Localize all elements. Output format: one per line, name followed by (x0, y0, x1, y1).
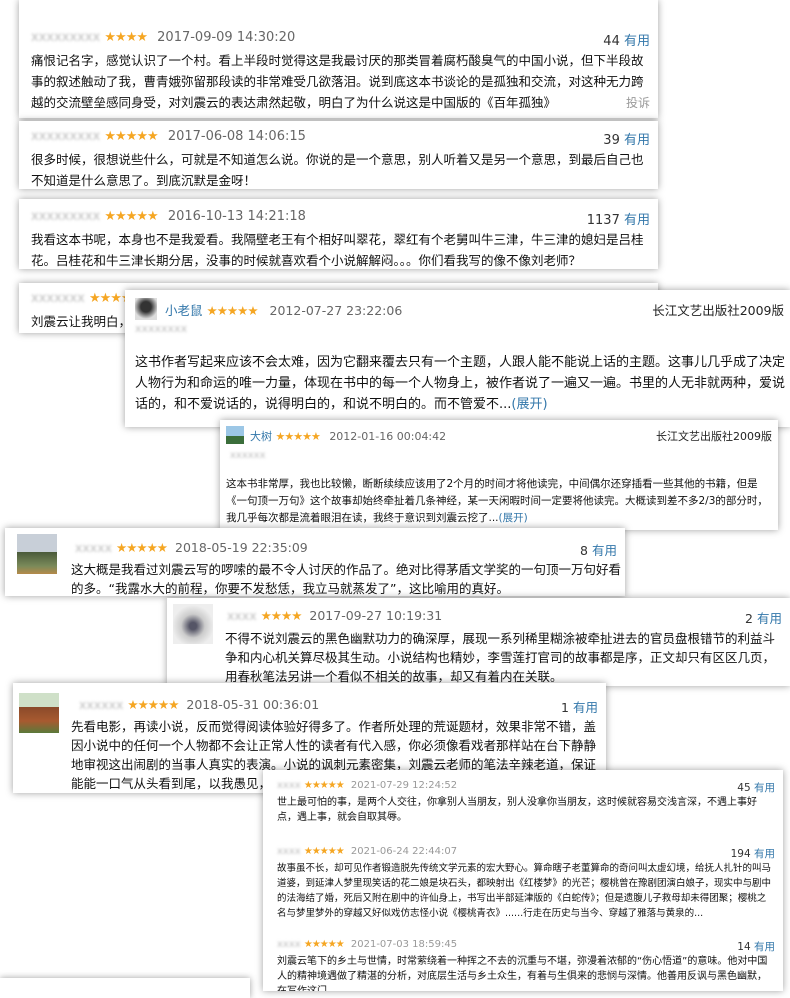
avatar (226, 426, 244, 444)
review-text: 刘震云笔下的乡土与世情，时常萦绕着一种挥之不去的沉重与不堪，弥漫着浓郁的“伤心悟… (277, 956, 768, 991)
useful-button[interactable]: 有用 (624, 213, 650, 228)
edition-label: 长江文艺出版社2009版 (656, 430, 772, 443)
report-button[interactable]: 投诉 (626, 94, 650, 111)
username-blurred: xxxxxx (79, 697, 124, 712)
rating-stars: ★★★★★ (303, 939, 345, 950)
username-blurred: xxxxxxxxx (31, 209, 101, 224)
useful-button[interactable]: 有用 (592, 543, 617, 558)
useful-button[interactable]: 有用 (754, 848, 775, 860)
review-card-10: xxxx ★★★★★ 2021-07-29 12:24:52 45 有用 世上最… (263, 770, 783, 991)
rating-stars: ★★★★★ (104, 129, 158, 144)
rating-stars: ★★★★ (104, 30, 148, 45)
vote-count: 194 (730, 848, 751, 860)
vote-count: 8 (580, 543, 588, 558)
useful-button[interactable]: 有用 (754, 782, 775, 794)
rating-stars: ★★★★★ (303, 846, 345, 857)
username-blurred: xxxxxxxxx (31, 129, 101, 144)
review-card-8: xxxx ★★★★ 2017-09-27 10:19:31 2 有用 不得不说刘… (167, 598, 790, 686)
avatar (17, 534, 57, 574)
rating-stars: ★★★★★ (104, 209, 158, 224)
review-date: 2016-10-13 14:21:18 (167, 209, 306, 224)
review-card-1: xxxxxxxxx ★★★★ 2017-09-09 14:30:20 44 有用… (19, 0, 658, 118)
rating-stars: ★★★★★ (275, 430, 321, 443)
rating-stars: ★★★★★ (127, 697, 179, 712)
review-text-content: 这书作者写起来应该不会太难，因为它翻来覆去只有一个主题，人跟人能不能说上话的主题… (135, 355, 786, 412)
username-blurred: xxxx (277, 846, 301, 857)
review-card-3: xxxxxxxxx ★★★★★ 2016-10-13 14:21:18 1137… (19, 199, 658, 269)
review-text: 痛恨记名字，感觉认识了一个村。看上半段时觉得这是我最讨厌的那类冒着腐朽酸臭气的中… (31, 53, 644, 110)
review-text: 世上最可怕的事，是两个人交往，你拿别人当朋友，别人没拿你当朋友，这时候就容易交浅… (277, 797, 757, 823)
review-card-7: xxxxx ★★★★★ 2018-05-19 22:35:09 8 有用 这大概… (5, 528, 625, 596)
review-date: 2017-09-27 10:19:31 (309, 608, 443, 623)
review-text: 故事虽不长，却可见作者锻造脱先传统文学元素的宏大野心。算命瞎子老董算命的奇问叫太… (277, 863, 772, 919)
vote-count: 1137 (586, 213, 620, 228)
review-text: 这大概是我看过刘震云写的啰嗦的最不令人讨厌的作品了。绝对比得茅盾文学奖的一句顶一… (71, 562, 622, 596)
vote-count: 2 (745, 611, 753, 626)
username-blurred: xxxx (277, 939, 301, 950)
useful-button[interactable]: 有用 (754, 941, 775, 953)
rating-stars: ★★★★★ (115, 540, 168, 555)
review-date: 2012-07-27 23:22:06 (269, 303, 403, 318)
useful-button[interactable]: 有用 (573, 700, 598, 715)
review-text: 很多时候，很想说些什么，可就是不知道怎么说。你说的是一个意思，别人听着又是另一个… (31, 152, 644, 188)
blurred-line: xxxxxxxx (135, 322, 188, 335)
review-date: 2018-05-31 00:36:01 (186, 697, 320, 712)
vote-count: 44 (603, 34, 620, 49)
blurred-line: xxxxxx (230, 450, 266, 461)
review-date: 2021-07-29 12:24:52 (350, 780, 458, 791)
vote-count: 1 (561, 700, 569, 715)
username-blurred: xxxx (227, 608, 257, 623)
useful-button[interactable]: 有用 (757, 611, 782, 626)
avatar (135, 298, 157, 320)
review-text: 这书作者写起来应该不会太难，因为它翻来覆去只有一个主题，人跟人能不能说上话的主题… (135, 352, 785, 415)
review-date: 2021-07-03 18:59:45 (350, 939, 458, 950)
useful-button[interactable]: 有用 (624, 34, 650, 49)
review-date: 2021-06-24 22:44:07 (350, 846, 458, 857)
username-link[interactable]: 小老鼠 (165, 303, 203, 318)
avatar (19, 693, 59, 733)
review-card-5: 小老鼠 ★★★★★ 2012-07-27 23:22:06 长江文艺出版社200… (125, 290, 790, 427)
review-date: 2012-01-16 00:04:42 (329, 430, 447, 443)
username-blurred: xxxx (277, 780, 301, 791)
review-text: 这本书非常厚，我也比较懒，断断续续应该用了2个月的时间才将他读完，中间偶尔还穿插… (226, 476, 771, 527)
expand-link[interactable]: (展开) (511, 397, 547, 412)
review-text: 我看这本书呢，本身也不是我爱看。我隔壁老王有个相好叫翠花，翠红有个老舅叫牛三津，… (31, 232, 644, 268)
review-date: 2017-09-09 14:30:20 (157, 30, 296, 45)
review-card-6: 大树 ★★★★★ 2012-01-16 00:04:42 长江文艺出版社2009… (220, 420, 778, 530)
review-text: 不得不说刘震云的黑色幽默功力的确深厚，展现一系列稀里糊涂被牵扯进去的官员盘根错节… (225, 631, 776, 684)
review-date: 2018-05-19 22:35:09 (175, 540, 308, 555)
expand-link[interactable]: (展开) (499, 512, 528, 524)
edition-label: 长江文艺出版社2009版 (652, 303, 784, 318)
username-blurred: xxxxx (75, 540, 112, 555)
rating-stars: ★★★★★ (206, 303, 259, 318)
vote-count: 39 (603, 133, 620, 148)
avatar (173, 604, 213, 644)
review-card-2: xxxxxxxxx ★★★★★ 2017-06-08 14:06:15 39 有… (19, 121, 658, 189)
username-link[interactable]: 大树 (250, 430, 272, 443)
username-blurred: xxxxxxx (31, 291, 85, 306)
vote-count: 14 (737, 941, 751, 953)
useful-button[interactable]: 有用 (624, 133, 650, 148)
review-date: 2017-06-08 14:06:15 (167, 129, 306, 144)
username-blurred: xxxxxxxxx (31, 30, 101, 45)
rating-stars: ★★★★ (260, 608, 303, 623)
review-text-content: 这本书非常厚，我也比较懒，断断续续应该用了2个月的时间才将他读完，中间偶尔还穿插… (226, 478, 768, 524)
vote-count: 45 (737, 782, 751, 794)
review-card-partial (0, 978, 250, 998)
rating-stars: ★★★★★ (303, 780, 345, 791)
